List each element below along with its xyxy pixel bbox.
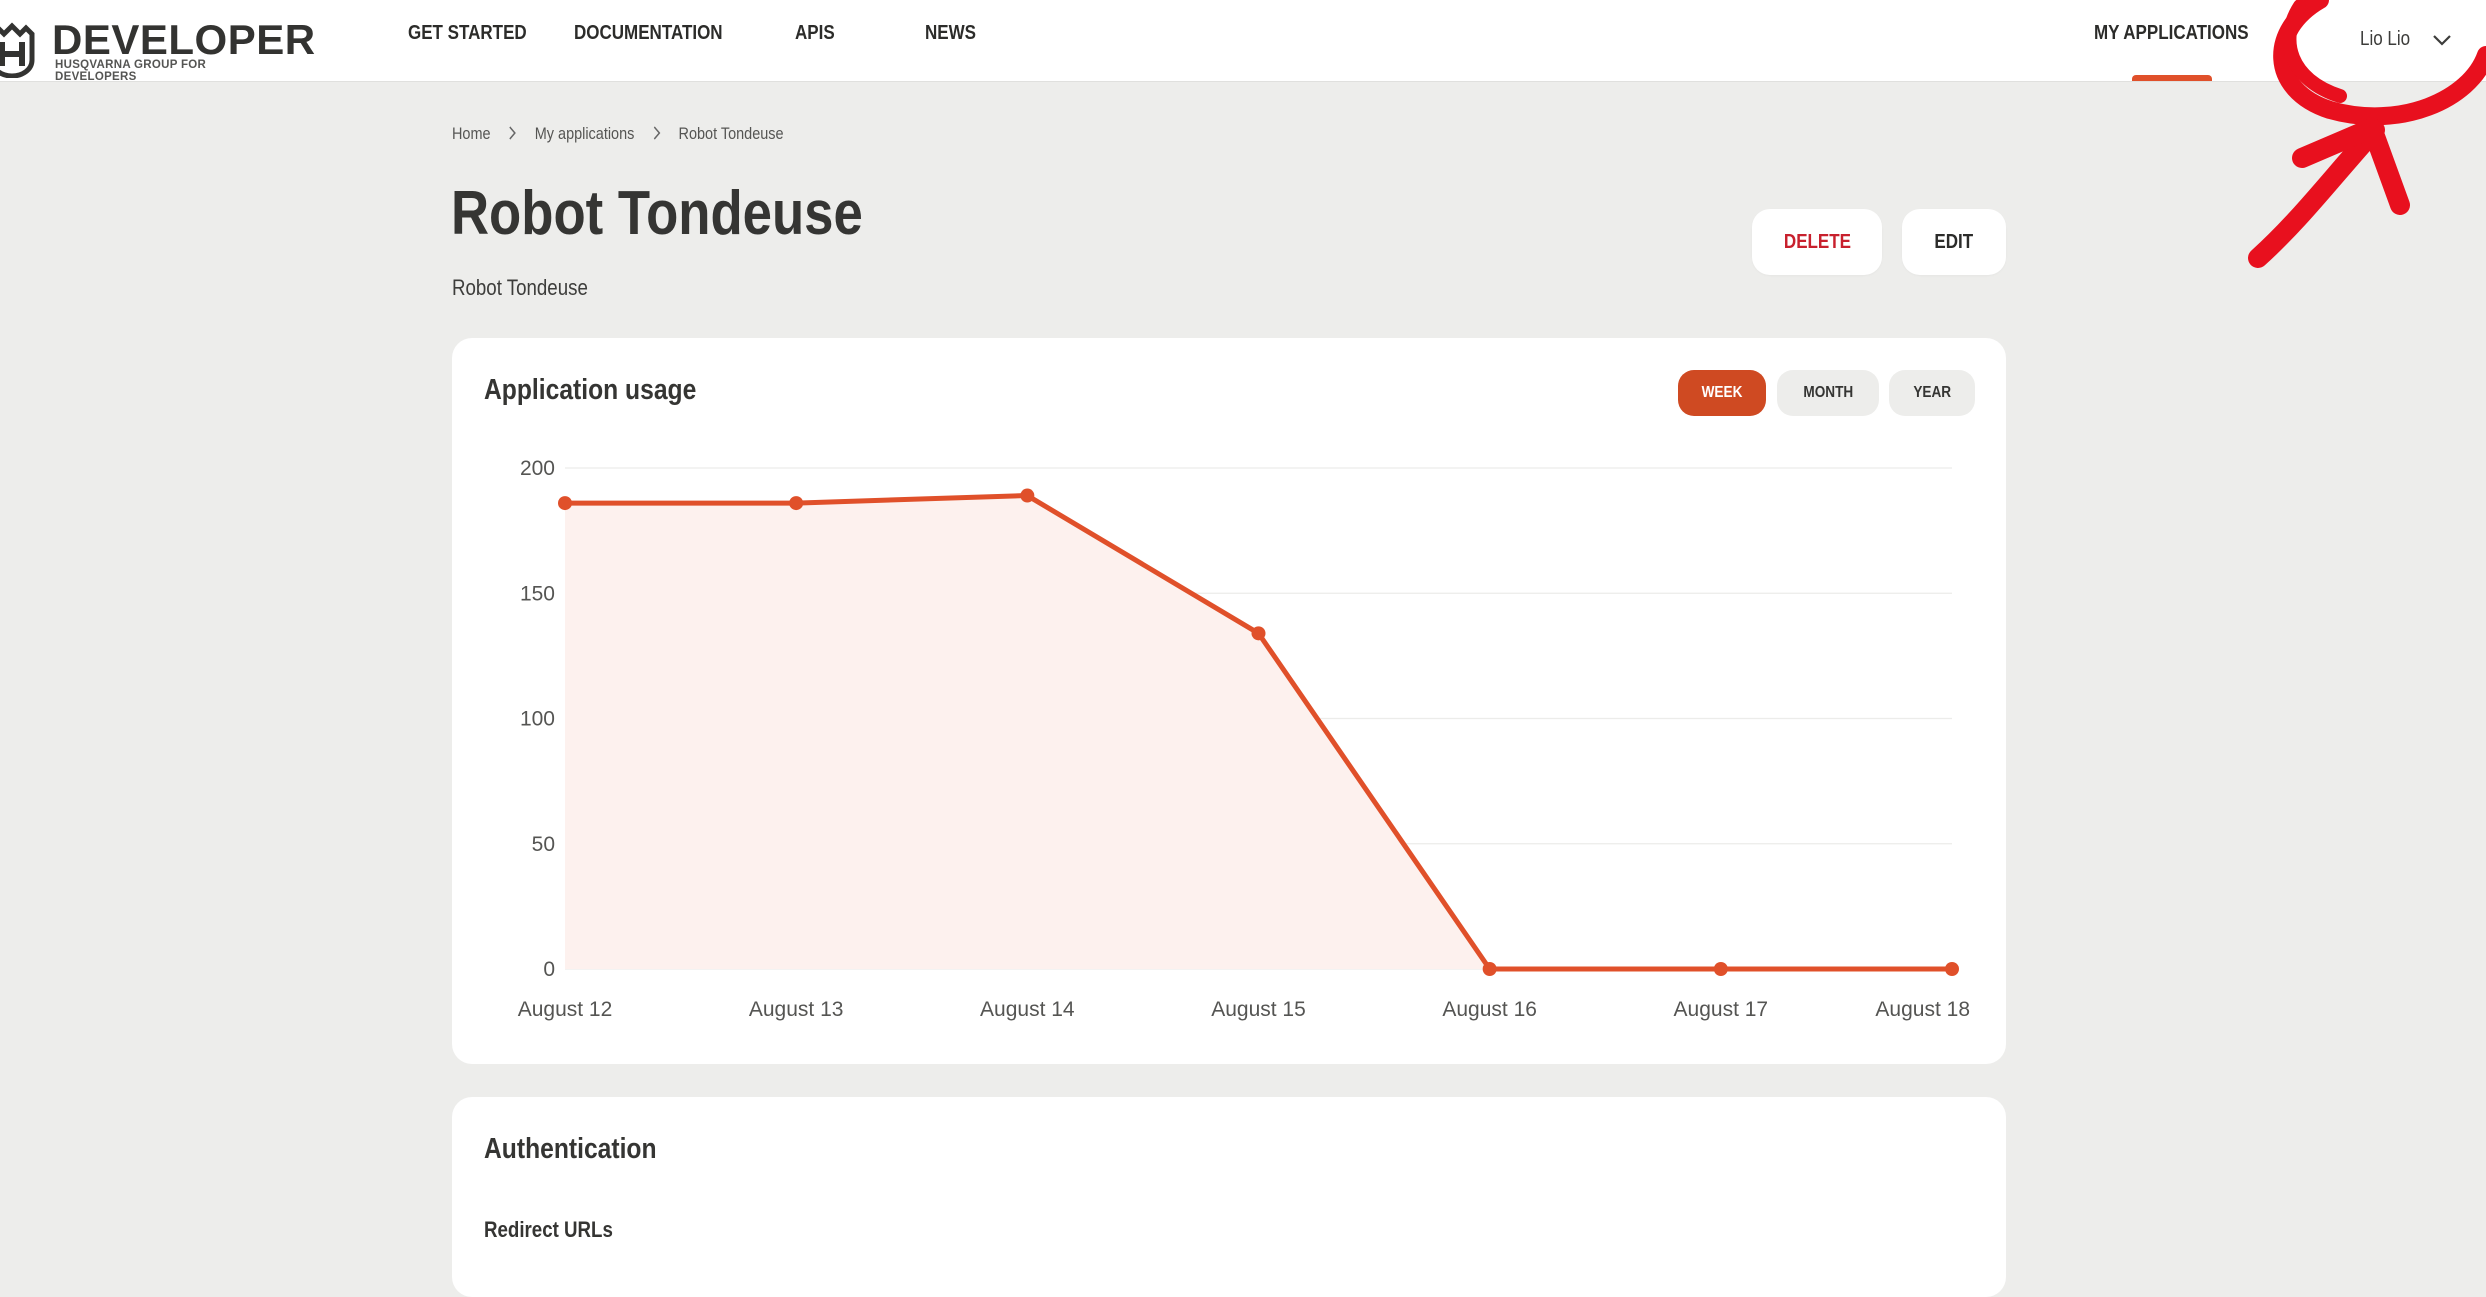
breadcrumb-current: Robot Tondeuse [678, 124, 784, 143]
x-tick-label: August 15 [1211, 998, 1306, 1021]
chevron-right-icon [653, 126, 660, 140]
data-point [1251, 626, 1266, 641]
data-point [789, 496, 804, 511]
user-menu[interactable]: Lio Lio [2360, 28, 2419, 51]
usage-line-chart: 0 50 100 150 200 August 12 August 13 August 14 A… [518, 457, 1970, 1021]
authentication-card: Authentication Redirect URLs [452, 1097, 2006, 1297]
top-header: DEVELOPER HUSQVARNA GROUP FOR DEVELOPERS… [0, 0, 2486, 83]
redirect-urls-label: Redirect URLs [484, 1217, 613, 1242]
breadcrumb: Home My applications Robot Tondeuse [452, 124, 842, 144]
nav-news[interactable]: NEWS [925, 22, 985, 45]
x-tick-label: August 18 [1875, 998, 1970, 1021]
nav-documentation[interactable]: DOCUMENTATION [574, 22, 749, 45]
delete-button[interactable]: DELETE [1752, 209, 1882, 275]
user-name: Lio Lio [2360, 28, 2411, 50]
logo-subtitle: HUSQVARNA GROUP FOR DEVELOPERS [55, 59, 207, 83]
page-description: Robot Tondeuse [452, 275, 588, 300]
nav-my-applications[interactable]: MY APPLICATIONS [2094, 22, 2276, 45]
x-tick-label: August 17 [1674, 998, 1769, 1021]
usage-area-fill [565, 495, 1952, 969]
data-point [1482, 962, 1497, 976]
application-usage-card: Application usage WEEK MONTH YEAR 0 50 100… [452, 338, 2006, 1064]
data-point [1713, 962, 1728, 976]
husqvarna-crown-logo-icon [0, 22, 35, 78]
logo-title: DEVELOPER [52, 16, 316, 63]
breadcrumb-my-applications[interactable]: My applications [535, 124, 635, 143]
nav-get-started[interactable]: GET STARTED [408, 22, 548, 45]
x-tick-label: August 16 [1442, 998, 1537, 1021]
x-tick-label: August 13 [749, 998, 844, 1021]
authentication-title: Authentication [484, 1133, 657, 1165]
chevron-down-icon[interactable] [2432, 33, 2452, 47]
developer-logo[interactable]: DEVELOPER HUSQVARNA GROUP FOR DEVELOPERS [0, 12, 315, 83]
nav-apis[interactable]: APIS [795, 22, 842, 45]
y-tick-label: 200 [520, 457, 555, 480]
y-tick-label: 100 [520, 708, 555, 731]
page-title: Robot Tondeuse [451, 179, 863, 248]
x-tick-label: August 14 [980, 998, 1075, 1021]
chevron-right-icon [509, 126, 517, 140]
data-point [1945, 962, 1959, 976]
breadcrumb-home[interactable]: Home [452, 124, 491, 143]
data-point [1020, 488, 1035, 503]
active-nav-indicator [2132, 75, 2212, 81]
y-tick-label: 50 [532, 833, 555, 856]
x-tick-label: August 12 [518, 998, 613, 1021]
data-point [558, 496, 572, 511]
y-tick-label: 0 [543, 958, 555, 981]
edit-button[interactable]: EDIT [1902, 209, 2006, 275]
y-tick-label: 150 [520, 582, 555, 605]
